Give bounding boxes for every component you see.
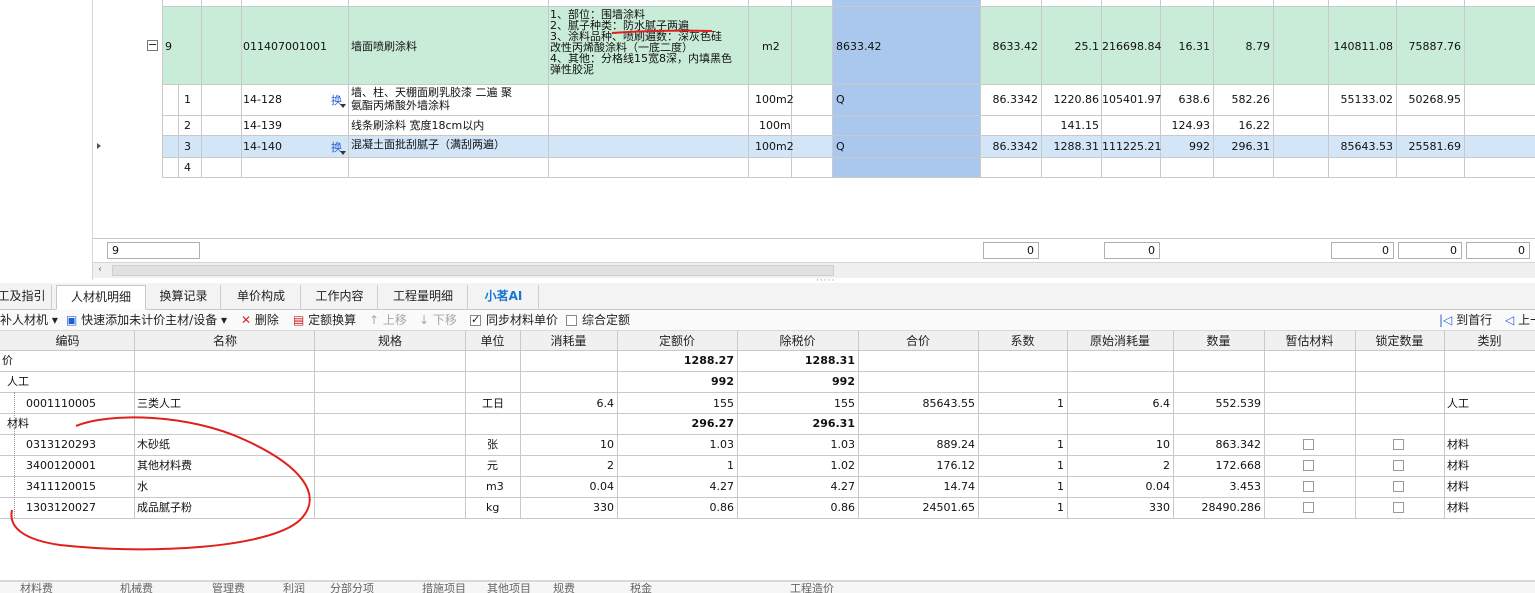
status-item: 税金: [630, 582, 652, 593]
status-item: 材料费: [20, 582, 53, 593]
status-item: 利润: [283, 582, 305, 593]
status-item: 其他项目: [487, 582, 531, 593]
red-annotation-marks: [10, 29, 713, 551]
status-item: 分部分项: [330, 582, 374, 593]
status-item: 工程造价: [790, 582, 834, 593]
underline-annotation: [611, 29, 713, 34]
status-item: 规费: [553, 582, 575, 593]
status-item: 机械费: [120, 582, 153, 593]
status-item: 措施项目: [422, 582, 466, 593]
status-item: 管理费: [212, 582, 245, 593]
circle-annotation: [10, 416, 311, 551]
